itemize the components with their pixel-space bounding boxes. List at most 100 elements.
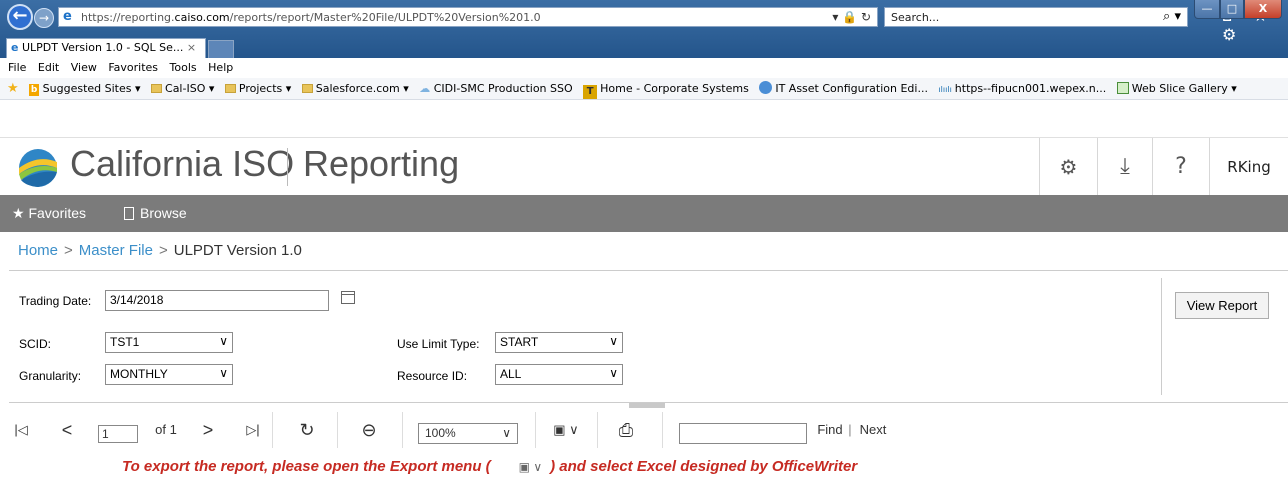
scid-label: SCID: — [19, 337, 52, 351]
panel-divider — [1161, 278, 1162, 395]
toolbar-separator — [402, 412, 403, 448]
bing-icon: b — [29, 84, 40, 96]
chevron-down-icon: ∨ — [219, 334, 228, 348]
ie-icon: e — [11, 41, 19, 54]
export-menu-icon[interactable]: ▣ ∨ — [545, 408, 587, 452]
use-limit-type-select[interactable]: START ∨ — [495, 332, 623, 353]
address-bar-icons[interactable]: ▾ 🔒 ↻ — [832, 10, 871, 24]
chevron-down-icon: ∨ — [609, 334, 618, 348]
folder-icon — [301, 84, 313, 93]
nav-browse[interactable]: Browse — [124, 195, 187, 232]
favorites-star-icon[interactable]: ★ — [7, 78, 19, 99]
cisco-icon: ılıılı — [938, 85, 952, 94]
folder-icon — [151, 84, 163, 93]
export-icon: ▣ ∨ — [518, 460, 543, 474]
fav-web-slice[interactable]: Web Slice Gallery ▾ — [1116, 78, 1237, 99]
granularity-select[interactable]: MONTHLY ∨ — [105, 364, 233, 385]
refresh-icon[interactable]: ↻ — [292, 408, 322, 452]
fav-home-corp[interactable]: T Home - Corporate Systems — [583, 78, 749, 99]
user-menu[interactable]: RKing — [1209, 138, 1288, 196]
toolbar-separator — [272, 412, 273, 448]
view-report-button[interactable]: View Report — [1175, 292, 1269, 319]
help-icon[interactable]: ? — [1152, 138, 1209, 196]
toolbar-separator — [662, 412, 663, 448]
menu-favorites[interactable]: Favorites — [108, 61, 158, 74]
find-link[interactable]: Find — [815, 408, 845, 452]
calendar-icon[interactable] — [341, 291, 355, 304]
fav-salesforce[interactable]: Salesforce.com ▾ — [301, 78, 409, 99]
menu-edit[interactable]: Edit — [38, 61, 59, 74]
maximize-button[interactable]: □ — [1220, 0, 1244, 19]
tab-title: ULPDT Version 1.0 - SQL Se... — [21, 41, 184, 54]
granularity-label: Granularity: — [19, 369, 82, 383]
scid-select[interactable]: TST1 ∨ — [105, 332, 233, 353]
ie-icon: e — [63, 9, 72, 24]
chevron-down-icon: ∨ — [219, 366, 228, 380]
menu-help[interactable]: Help — [208, 61, 233, 74]
find-next-link[interactable]: Next — [856, 408, 890, 452]
fav-it-asset[interactable]: IT Asset Configuration Edi... — [759, 78, 928, 99]
fav-suggested-sites[interactable]: b Suggested Sites ▾ — [29, 78, 141, 99]
menu-file[interactable]: File — [8, 61, 26, 74]
menu-tools[interactable]: Tools — [170, 61, 197, 74]
chevron-down-icon: ∨ — [502, 426, 511, 440]
resource-id-select[interactable]: ALL ∨ — [495, 364, 623, 385]
print-icon[interactable]: ⎙ — [606, 408, 646, 452]
find-text-input[interactable] — [679, 423, 807, 444]
page-icon: T — [583, 85, 598, 99]
menu-view[interactable]: View — [71, 61, 97, 74]
report-toolbar: |◁ < 1 of 1 > ▷| ↻ ⊖ 100% ∨ ▣ ∨ ⎙ Find | … — [0, 408, 1288, 452]
settings-gear-icon[interactable]: ⚙ — [1039, 138, 1097, 196]
fav-fipucn[interactable]: ılıılı https--fipucn001.wepex.n... — [938, 78, 1106, 99]
app-header: California ISO Reporting ⚙ ⤓ ? RKing — [0, 137, 1288, 196]
fav-caliso[interactable]: Cal-ISO ▾ — [151, 78, 214, 99]
folder-icon — [224, 84, 236, 93]
brand-name: California ISO — [70, 143, 295, 184]
top-nav-bar: ★ Favorites Browse — [0, 195, 1288, 232]
close-window-button[interactable]: X — [1244, 0, 1282, 19]
brand-divider — [287, 148, 288, 186]
browser-tab[interactable]: e ULPDT Version 1.0 - SQL Se... × — [6, 38, 206, 58]
fav-projects[interactable]: Projects ▾ — [224, 78, 291, 99]
export-instruction-text: To export the report, please open the Ex… — [122, 458, 858, 475]
breadcrumb-home[interactable]: Home — [18, 242, 58, 259]
download-icon[interactable]: ⤓ — [1097, 138, 1152, 196]
address-bar[interactable]: e https://reporting.caiso.com/reports/re… — [58, 7, 878, 27]
search-icon[interactable]: ⌕ ▾ — [1163, 9, 1181, 24]
page-number-input[interactable]: 1 — [98, 425, 138, 443]
caiso-logo-icon — [19, 149, 57, 187]
nav-favorites[interactable]: ★ Favorites — [12, 195, 86, 232]
breadcrumb-current: ULPDT Version 1.0 — [173, 242, 302, 259]
last-page-icon[interactable]: ▷| — [240, 408, 266, 452]
zoom-select[interactable]: 100% ∨ — [418, 423, 518, 444]
trading-date-label: Trading Date: — [19, 294, 92, 308]
previous-page-icon[interactable]: < — [55, 408, 79, 452]
chevron-down-icon: ∨ — [609, 366, 618, 380]
globe-icon — [759, 81, 773, 94]
find-separator: | — [848, 422, 852, 437]
fav-cidi[interactable]: ☁ CIDI-SMC Production SSO — [419, 78, 572, 99]
tab-close-icon[interactable]: × — [187, 41, 196, 54]
back-button[interactable]: ← — [7, 4, 33, 30]
web-slice-icon — [1116, 82, 1129, 94]
minimize-button[interactable]: — — [1194, 0, 1220, 19]
toolbar-separator — [597, 412, 598, 448]
back-to-parent-icon[interactable]: ⊖ — [354, 408, 384, 452]
first-page-icon[interactable]: |◁ — [8, 408, 34, 452]
search-placeholder: Search... — [891, 11, 940, 24]
new-tab-button[interactable] — [208, 40, 234, 58]
trading-date-input[interactable]: 3/14/2018 — [105, 290, 329, 311]
breadcrumb: Home > Master File > ULPDT Version 1.0 — [18, 242, 302, 259]
breadcrumb-master-file[interactable]: Master File — [79, 242, 153, 259]
use-limit-type-label: Use Limit Type: — [397, 337, 480, 351]
cloud-icon: ☁ — [419, 82, 431, 95]
window-controls: — □ X — [1194, 0, 1282, 19]
forward-button[interactable]: → — [34, 8, 54, 28]
url-text: https://reporting.caiso.com/reports/repo… — [81, 11, 541, 24]
page-count: of 1 — [155, 422, 177, 437]
parameter-panel: Trading Date: 3/14/2018 SCID: TST1 ∨ Gran… — [9, 270, 1288, 403]
browser-search-box[interactable]: Search... ⌕ ▾ — [884, 7, 1188, 27]
menu-bar: File Edit View Favorites Tools Help — [0, 58, 1288, 78]
resource-id-label: Resource ID: — [397, 369, 468, 383]
next-page-icon[interactable]: > — [196, 408, 220, 452]
